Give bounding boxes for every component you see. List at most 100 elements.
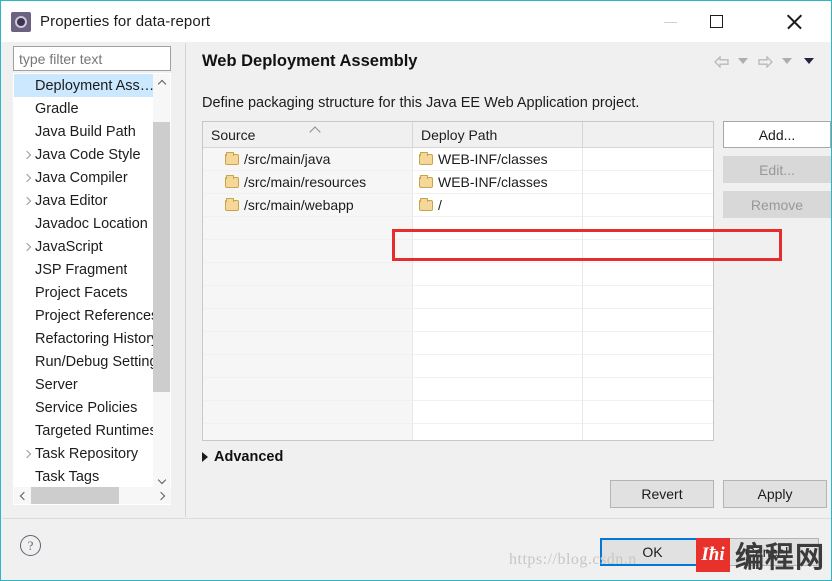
chevron-up-icon <box>157 79 166 89</box>
cell-empty <box>203 378 413 401</box>
sidebar-item-task-repository[interactable]: Task Repository <box>14 442 154 465</box>
chevron-right-icon[interactable] <box>20 244 35 250</box>
table-row-empty[interactable] <box>203 240 713 263</box>
help-icon[interactable]: ? <box>20 535 41 556</box>
sidebar-item-targeted-runtimes[interactable]: Targeted Runtimes <box>14 419 154 442</box>
deployment-assembly-table[interactable]: Source Deploy Path /src/main/java WEB-INF… <box>202 121 714 441</box>
sidebar-item-java-build-path[interactable]: Java Build Path <box>14 120 154 143</box>
advanced-label: Advanced <box>214 449 284 465</box>
table-row[interactable]: /src/main/resources WEB-INF/classes <box>203 171 713 194</box>
close-button[interactable] <box>771 1 817 42</box>
table-row-empty[interactable] <box>203 378 713 401</box>
sidebar-item-task-tags[interactable]: Task Tags <box>14 465 154 488</box>
sidebar-item-deployment-ass[interactable]: Deployment Ass… <box>14 74 154 97</box>
table-row-empty[interactable] <box>203 217 713 240</box>
add-button[interactable]: Add... <box>723 121 831 148</box>
minimize-button[interactable] <box>647 1 693 42</box>
cell-deploy-path-label: / <box>438 197 442 213</box>
filter-input[interactable] <box>13 46 171 71</box>
sidebar-item-java-compiler[interactable]: Java Compiler <box>14 166 154 189</box>
sidebar-item-label: Server <box>35 376 78 393</box>
table-row-empty[interactable] <box>203 309 713 332</box>
sidebar-item-jsp-fragment[interactable]: JSP Fragment <box>14 258 154 281</box>
table-row-empty[interactable] <box>203 401 713 424</box>
watermark-logo-icon: Iħi <box>695 538 730 572</box>
sidebar-item-java-editor[interactable]: Java Editor <box>14 189 154 212</box>
forward-button[interactable] <box>755 51 775 71</box>
table-header-row: Source Deploy Path <box>203 122 713 148</box>
table-row-empty[interactable] <box>203 286 713 309</box>
chevron-right-icon <box>156 491 166 500</box>
arrow-right-icon <box>758 55 773 68</box>
chevron-right-icon[interactable] <box>20 175 35 181</box>
folder-icon <box>225 197 239 211</box>
cell-empty <box>413 286 583 309</box>
sidebar-item-label: Task Tags <box>35 468 100 485</box>
cell-empty <box>413 217 583 240</box>
navigation-toolbar <box>711 51 819 71</box>
cell-source: /src/main/resources <box>203 171 413 194</box>
sidebar-item-label: Targeted Runtimes <box>35 422 154 439</box>
chevron-right-icon[interactable] <box>20 152 35 158</box>
cell-empty <box>203 240 413 263</box>
table-row[interactable]: /src/main/java WEB-INF/classes <box>203 148 713 171</box>
sidebar-item-project-facets[interactable]: Project Facets <box>14 281 154 304</box>
table-row-empty[interactable] <box>203 332 713 355</box>
chevron-down-icon <box>804 58 814 64</box>
sidebar-item-server[interactable]: Server <box>14 373 154 396</box>
sidebar-item-label: Project Facets <box>35 284 128 301</box>
tree-horizontal-scrollbar[interactable] <box>14 487 171 504</box>
apply-button[interactable]: Apply <box>723 480 827 508</box>
sidebar-item-run-debug-settings[interactable]: Run/Debug Settings <box>14 350 154 373</box>
sidebar-item-label: Java Editor <box>35 192 108 209</box>
cell-empty <box>413 378 583 401</box>
sidebar-item-gradle[interactable]: Gradle <box>14 97 154 120</box>
sidebar-item-service-policies[interactable]: Service Policies <box>14 396 154 419</box>
cell-empty <box>203 309 413 332</box>
advanced-expander[interactable]: Advanced <box>202 449 283 465</box>
forward-history-dropdown[interactable] <box>777 51 797 71</box>
back-button[interactable] <box>711 51 731 71</box>
column-header-source[interactable]: Source <box>203 122 413 147</box>
cell-source-label: /src/main/resources <box>244 174 367 190</box>
cell-empty <box>583 217 713 240</box>
table-row-empty[interactable] <box>203 263 713 286</box>
sort-ascending-icon <box>309 126 321 138</box>
settings-tree-panel: Deployment Ass… Gradle Java Build Path Java… <box>13 73 171 505</box>
sidebar-item-label: Gradle <box>35 100 79 117</box>
scroll-right-button[interactable] <box>154 487 171 504</box>
cell-empty <box>203 332 413 355</box>
revert-button[interactable]: Revert <box>610 480 714 508</box>
view-menu-button[interactable] <box>799 51 819 71</box>
cell-empty <box>203 424 413 440</box>
sidebar-item-javascript[interactable]: JavaScript <box>14 235 154 258</box>
sidebar-item-label: Project References <box>35 307 154 324</box>
sidebar-item-javadoc-location[interactable]: Javadoc Location <box>14 212 154 235</box>
folder-icon <box>225 151 239 165</box>
chevron-right-icon[interactable] <box>20 451 35 457</box>
table-row[interactable]: /src/main/webapp / <box>203 194 713 217</box>
sidebar-item-refactoring-history[interactable]: Refactoring History <box>14 327 154 350</box>
scroll-left-button[interactable] <box>14 487 31 504</box>
settings-tree[interactable]: Deployment Ass… Gradle Java Build Path Java… <box>14 74 154 490</box>
cell-empty <box>583 263 713 286</box>
tree-vertical-scrollbar[interactable] <box>153 74 170 490</box>
table-row-empty[interactable] <box>203 355 713 378</box>
tree-vertical-scroll-thumb[interactable] <box>153 122 170 392</box>
tree-horizontal-scroll-thumb[interactable] <box>31 487 119 504</box>
column-header-deploy-path[interactable]: Deploy Path <box>413 122 583 147</box>
table-row-empty[interactable] <box>203 424 713 440</box>
watermark-url: https://blog.csdn.n <box>509 551 637 568</box>
page-title: Web Deployment Assembly <box>202 52 418 70</box>
content-pane: Web Deployment Assembly Define packaging… <box>185 43 831 517</box>
cell-empty <box>413 240 583 263</box>
sidebar-item-project-references[interactable]: Project References <box>14 304 154 327</box>
sidebar-item-label: JSP Fragment <box>35 261 128 278</box>
maximize-button[interactable] <box>693 1 739 42</box>
column-header-extra[interactable] <box>583 122 713 147</box>
back-history-dropdown[interactable] <box>733 51 753 71</box>
scroll-up-button[interactable] <box>153 74 170 91</box>
sidebar-item-java-code-style[interactable]: Java Code Style <box>14 143 154 166</box>
cell-source-label: /src/main/webapp <box>244 197 354 213</box>
chevron-right-icon[interactable] <box>20 198 35 204</box>
